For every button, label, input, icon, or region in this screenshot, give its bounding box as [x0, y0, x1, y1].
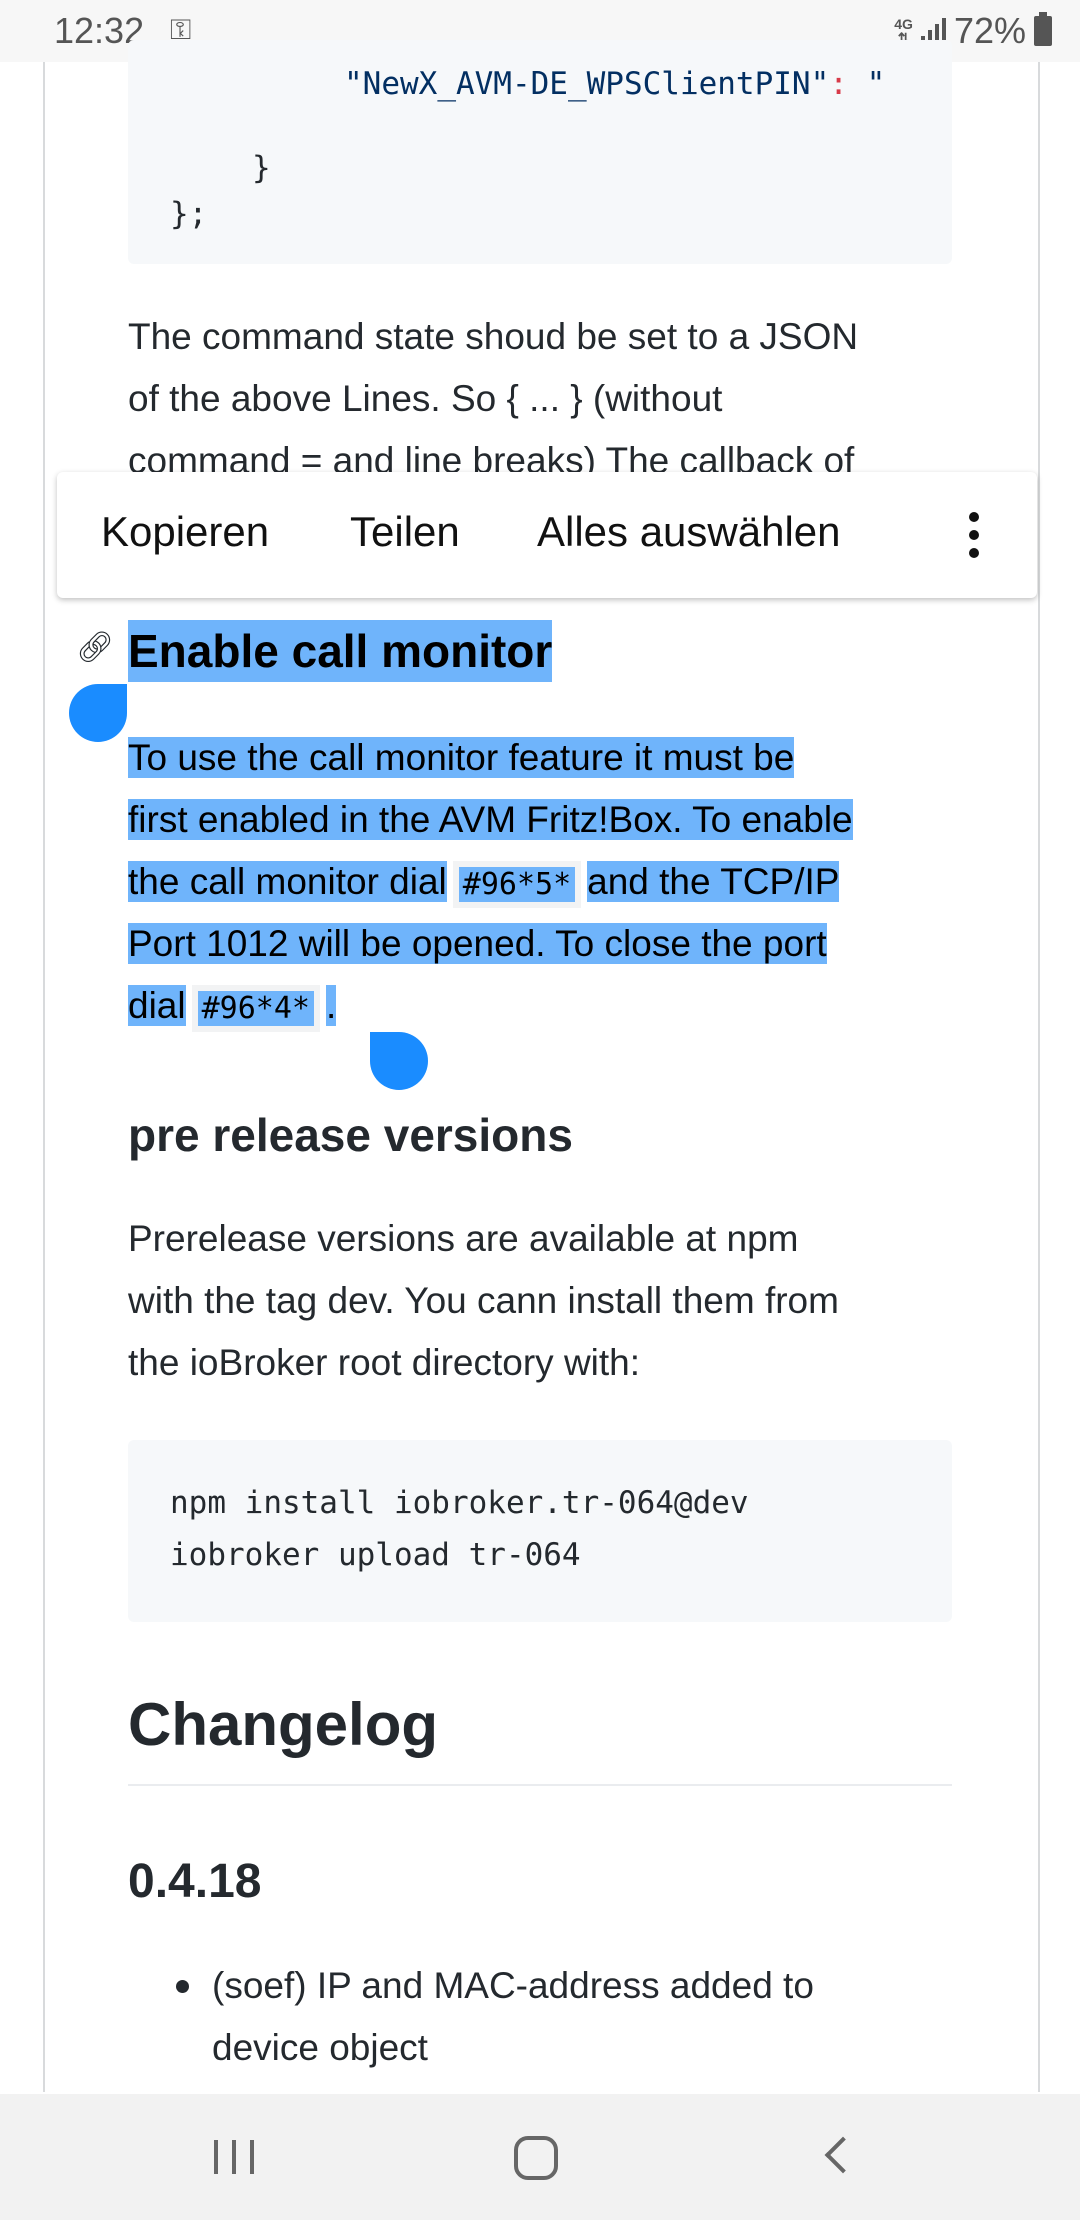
code-block: "NewX_AVM-DE_WPSClientPIN": " } };	[128, 40, 952, 264]
heading-changelog: Changelog	[128, 1691, 438, 1758]
anchor-link-icon[interactable]: 🔗︎	[76, 630, 114, 665]
readme-content	[43, 62, 1040, 2092]
code-line: iobroker upload tr-064	[170, 1537, 581, 1573]
list-item-line: (soef) IP and MAC-address added to	[212, 1965, 814, 2006]
home-icon[interactable]	[514, 2136, 558, 2180]
text-selection-menu: Kopieren Teilen Alles auswählen	[57, 472, 1037, 598]
navigation-bar	[0, 2094, 1080, 2220]
share-button[interactable]: Teilen	[350, 508, 460, 556]
recents-icon[interactable]	[214, 2140, 254, 2174]
inline-code: #96*4*	[191, 985, 321, 1032]
code-line: }	[252, 150, 271, 186]
list-item-line: device object	[212, 2027, 428, 2068]
selection-start-handle[interactable]	[69, 684, 127, 742]
bullet	[176, 1980, 189, 1993]
paragraph-line: of the above Lines. So { ... } (without	[128, 378, 723, 419]
paragraph-line: with the tag dev. You cann install them …	[128, 1280, 839, 1321]
selected-text: and the TCP/IP	[587, 861, 840, 902]
code-line: };	[170, 196, 208, 232]
code-punct: :	[829, 66, 848, 102]
selected-text: To use the call monitor feature it must …	[128, 737, 795, 778]
selected-text: first enabled in the AVM Fritz!Box. To e…	[128, 799, 853, 840]
back-icon[interactable]	[824, 2136, 862, 2174]
battery-icon	[1034, 12, 1052, 46]
selected-text: Port 1012 will be opened. To close the p…	[128, 923, 827, 964]
heading-pre-release: pre release versions	[128, 1109, 573, 1161]
divider	[128, 1784, 952, 1786]
paragraph-line: the ioBroker root directory with:	[128, 1342, 641, 1383]
code-string: "NewX_AVM-DE_WPSClientPIN"	[344, 66, 830, 102]
select-all-button[interactable]: Alles auswählen	[537, 508, 841, 556]
paragraph-line: The command state shoud be set to a JSON	[128, 316, 859, 357]
copy-button[interactable]: Kopieren	[101, 508, 269, 556]
battery-percent: 72%	[953, 10, 1026, 51]
code-block: npm install iobroker.tr-064@dev iobroker…	[128, 1440, 952, 1622]
more-vert-icon[interactable]	[969, 512, 979, 566]
code-line: npm install iobroker.tr-064@dev	[170, 1485, 749, 1521]
code-string: "	[847, 66, 886, 102]
selected-text: dial	[128, 985, 186, 1026]
heading-version: 0.4.18	[128, 1855, 262, 1908]
paragraph-line: Prerelease versions are available at npm	[128, 1218, 799, 1259]
selected-text: the call monitor dial	[128, 861, 447, 902]
selection-end-handle[interactable]	[370, 1032, 428, 1090]
selected-text: .	[325, 985, 337, 1026]
inline-code: #96*5*	[452, 861, 582, 908]
heading-enable-call-monitor: Enable call monitor	[128, 620, 553, 682]
